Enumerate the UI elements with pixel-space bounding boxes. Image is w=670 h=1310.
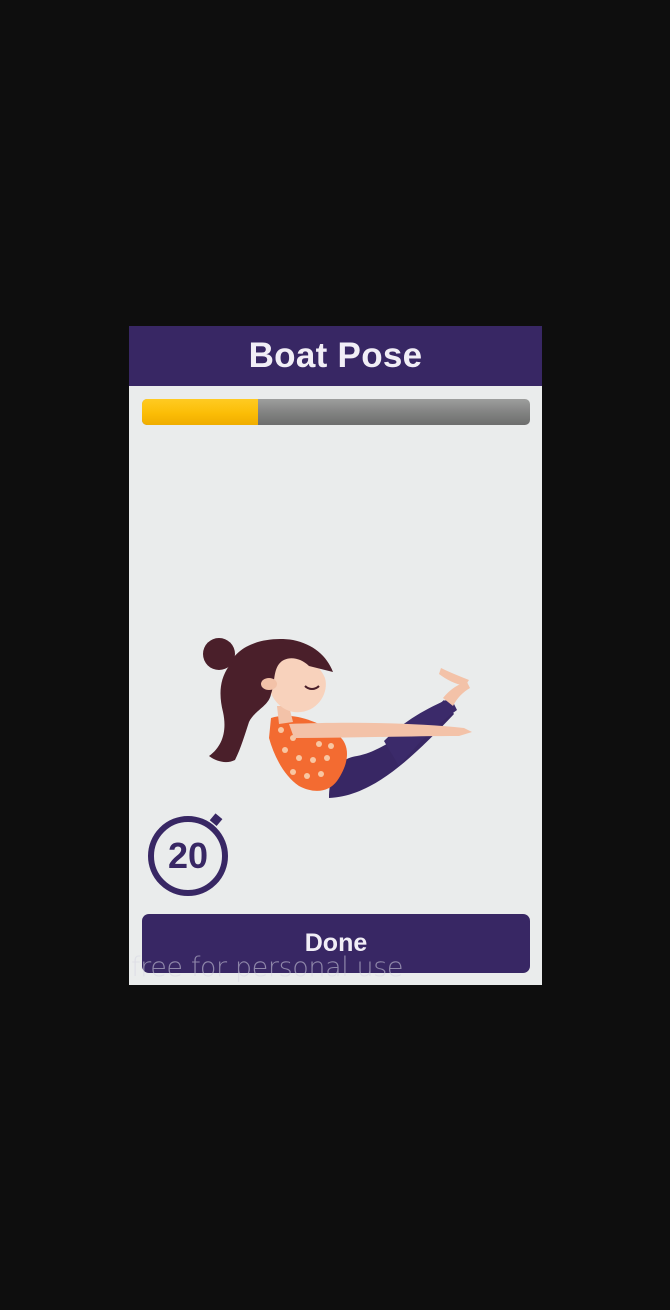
foot-toe: [439, 668, 469, 686]
boat-pose-illustration: [203, 638, 472, 798]
exercise-screen: Boat Pose 20 Done free for personal use: [129, 326, 542, 985]
hair-bun: [203, 638, 235, 670]
arm: [289, 722, 472, 738]
timer-value: 20: [167, 835, 209, 876]
watermark-text: free for personal use: [131, 952, 404, 983]
progress-fill: [142, 399, 259, 425]
exercise-progress-bar: [142, 399, 530, 425]
ear: [261, 678, 277, 690]
countdown-timer: 20: [144, 811, 234, 901]
page-title: Boat Pose: [248, 336, 423, 375]
header-bar: Boat Pose: [129, 326, 542, 386]
